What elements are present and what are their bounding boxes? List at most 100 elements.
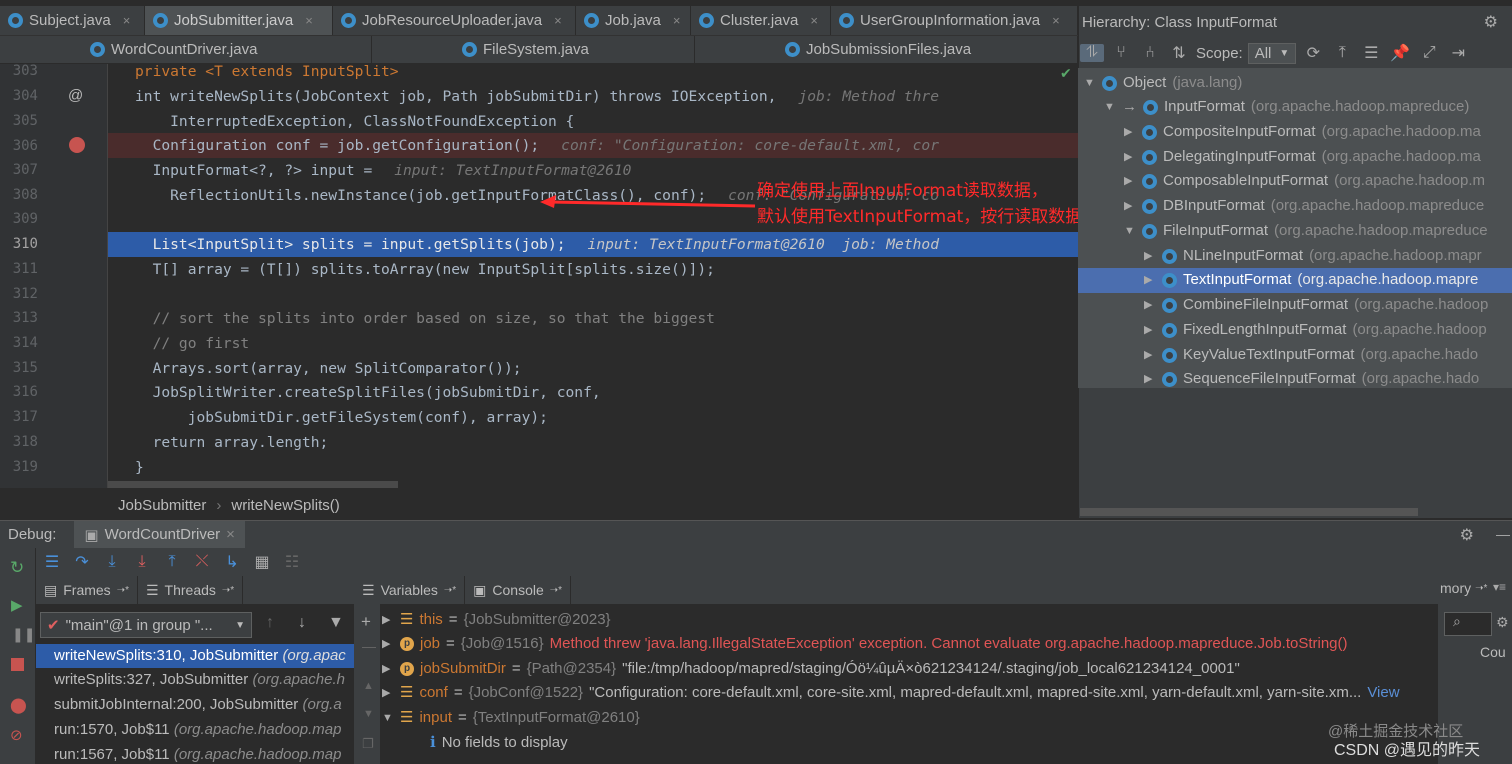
- tree-item-textinputformat[interactable]: ▶ TextInputFormat (org.apache.hadoop.mapre: [1144, 268, 1478, 292]
- class-icon: [839, 13, 854, 28]
- class-icon: [1162, 297, 1177, 313]
- hide-icon[interactable]: ⇥: [1446, 43, 1470, 63]
- tab-usergroupinformation[interactable]: UserGroupInformation.java ×: [831, 6, 1078, 35]
- horizontal-scrollbar[interactable]: [108, 481, 398, 488]
- gear-icon[interactable]: ⚙: [1460, 525, 1474, 545]
- search-icon[interactable]: ⌕: [1444, 612, 1492, 636]
- mute-breakpoints-icon[interactable]: ⊘: [10, 726, 23, 744]
- trace-icon[interactable]: ☷: [280, 552, 304, 572]
- breadcrumb-class[interactable]: JobSubmitter: [118, 497, 206, 514]
- arrow-up-icon[interactable]: ↑: [266, 614, 274, 632]
- frame-item[interactable]: submitJobInternal:200, JobSubmitter (org…: [36, 693, 354, 717]
- tree-item-sequencefileinputformat[interactable]: ▶ SequenceFileInputFormat (org.apache.hado: [1144, 367, 1479, 391]
- step-out-icon[interactable]: ⤒: [160, 553, 184, 571]
- override-marker-icon[interactable]: @: [68, 87, 83, 104]
- supertypes-icon[interactable]: ⥮: [1080, 44, 1104, 62]
- threads-icon: ☰: [145, 581, 159, 598]
- step-into-icon[interactable]: ⤓: [100, 553, 124, 571]
- tree-item-nlineinputformat[interactable]: ▶ NLineInputFormat (org.apache.hadoop.mapr: [1144, 244, 1482, 268]
- tree-item-object[interactable]: ▼ Object (java.lang): [1084, 71, 1242, 95]
- tab-threads[interactable]: ☰ Threads ➝*: [137, 576, 244, 604]
- tree-item-fixedlengthinputformat[interactable]: ▶ FixedLengthInputFormat (org.apache.hadoo…: [1144, 318, 1487, 342]
- force-step-into-icon[interactable]: ⤓: [130, 553, 154, 571]
- tab-cluster[interactable]: Cluster.java ×: [691, 6, 831, 35]
- frame-item[interactable]: writeSplits:327, JobSubmitter (org.apach…: [36, 668, 354, 692]
- frame-item[interactable]: run:1567, Job$11 (org.apache.hadoop.map: [36, 743, 354, 764]
- pause-icon[interactable]: ❚❚: [12, 626, 35, 643]
- thread-select[interactable]: ✔ "main"@1 in group "... ▼: [40, 612, 252, 638]
- close-icon[interactable]: ×: [810, 13, 818, 28]
- variable-jobsubmitdir[interactable]: ▶ p jobSubmitDir = {Path@2354} "file:/tmp/had…: [382, 657, 1240, 681]
- tab-variables[interactable]: ☰ Variables ➝*: [354, 576, 466, 604]
- refresh-icon[interactable]: ⟳: [1301, 43, 1325, 63]
- scope-label: Scope:: [1196, 44, 1243, 62]
- code-comment: // sort the splits into order based on s…: [135, 310, 715, 327]
- tab-frames[interactable]: ▤ Frames ➝*: [36, 576, 138, 604]
- close-icon[interactable]: ×: [123, 13, 131, 28]
- debug-config-tab[interactable]: ▣ WordCountDriver ×: [74, 521, 245, 548]
- type-hierarchy-icon[interactable]: ⑃: [1138, 44, 1162, 62]
- frame-item[interactable]: run:1570, Job$11 (org.apache.hadoop.map: [36, 718, 354, 742]
- run-to-cursor-icon[interactable]: ↳: [220, 552, 244, 572]
- close-icon[interactable]: ×: [305, 13, 313, 28]
- tree-item-fileinputformat[interactable]: ▼ FileInputFormat (org.apache.hadoop.mapre…: [1124, 219, 1488, 243]
- scope-select[interactable]: All ▼: [1247, 42, 1297, 64]
- view-link[interactable]: View: [1367, 681, 1399, 705]
- line-number: 311: [12, 261, 38, 277]
- resume-icon[interactable]: ▶: [11, 596, 23, 614]
- breakpoint-icon[interactable]: [69, 137, 85, 153]
- close-icon[interactable]: ×: [554, 13, 562, 28]
- subtypes-icon[interactable]: ⑂: [1109, 44, 1133, 62]
- hierarchy-scrollbar[interactable]: [1080, 508, 1418, 516]
- stop-icon[interactable]: [11, 658, 24, 671]
- tree-item-compositeinputformat[interactable]: ▶ CompositeInputFormat (org.apache.hadoop.…: [1124, 120, 1481, 144]
- field-icon: ☰: [400, 684, 414, 701]
- tree-item-keyvaluetextinputformat[interactable]: ▶ KeyValueTextInputFormat (org.apache.hado: [1144, 343, 1478, 367]
- tab-jobsubmitter[interactable]: JobSubmitter.java ×: [145, 6, 333, 35]
- tab-subject[interactable]: Subject.java ×: [0, 6, 145, 35]
- tree-item-combinefileinputformat[interactable]: ▶ CombineFileInputFormat (org.apache.hadoo…: [1144, 293, 1488, 317]
- drop-frame-icon[interactable]: ⤬: [190, 553, 214, 571]
- close-icon[interactable]: ×: [1052, 13, 1060, 28]
- tab-job[interactable]: Job.java ×: [576, 6, 691, 35]
- tree-item-inputformat[interactable]: ▼ → InputFormat (org.apache.hadoop.mapreduc…: [1104, 95, 1469, 119]
- variable-conf[interactable]: ▶ ☰ conf = {JobConf@1522} "Configuration: cor…: [382, 681, 1400, 705]
- pin-icon[interactable]: 📌: [1388, 43, 1412, 63]
- more-icon[interactable]: ▾≡: [1493, 580, 1506, 594]
- tab-jobsubmissionfiles[interactable]: JobSubmissionFiles.java: [695, 36, 1078, 63]
- show-execution-point-icon[interactable]: ☰: [40, 552, 64, 572]
- variable-this[interactable]: ▶ ☰ this = {JobSubmitter@2023}: [382, 608, 611, 632]
- expand-icon: ▼: [1104, 101, 1115, 113]
- line-number: 317: [12, 409, 38, 425]
- tab-jobresourceuploader[interactable]: JobResourceUploader.java ×: [333, 6, 576, 35]
- expand-all-icon[interactable]: ☰: [1359, 43, 1383, 63]
- tab-filesystem[interactable]: FileSystem.java: [372, 36, 695, 63]
- evaluate-icon[interactable]: ▦: [250, 552, 274, 572]
- gear-icon[interactable]: ⚙: [1484, 12, 1498, 32]
- rerun-icon[interactable]: ↻: [10, 558, 24, 578]
- filter-icon[interactable]: ▼: [328, 614, 344, 632]
- arrow-icon: →: [1122, 98, 1137, 115]
- step-over-icon[interactable]: ↷: [70, 552, 94, 572]
- tree-item-delegatinginputformat[interactable]: ▶ DelegatingInputFormat (org.apache.hadoop…: [1124, 145, 1481, 169]
- close-icon[interactable]: ×: [673, 13, 681, 28]
- sort-alpha-icon[interactable]: ⇅: [1167, 43, 1191, 63]
- minimize-icon[interactable]: —: [1496, 526, 1510, 542]
- tab-console[interactable]: ▣ Console ➝*: [465, 576, 572, 604]
- open-icon[interactable]: ⤢: [1417, 44, 1441, 62]
- variable-input[interactable]: ▼ ☰ input = {TextInputFormat@2610}: [382, 706, 640, 730]
- class-icon: [1162, 272, 1177, 288]
- view-breakpoints-icon[interactable]: ⬤: [10, 696, 27, 714]
- tree-item-dbinputformat[interactable]: ▶ DBInputFormat (org.apache.hadoop.mapredu…: [1124, 194, 1484, 218]
- arrow-down-icon[interactable]: ↓: [298, 614, 306, 632]
- variable-job[interactable]: ▶ p job = {Job@1516} Method threw 'java.lang.…: [382, 632, 1348, 656]
- tab-memory[interactable]: mory ➝*: [1440, 580, 1487, 596]
- tree-item-composableinputformat[interactable]: ▶ ComposableInputFormat (org.apache.hadoop…: [1124, 169, 1485, 193]
- collapse-icon: ▶: [382, 614, 391, 626]
- tab-wordcountdriver[interactable]: WordCountDriver.java: [0, 36, 372, 63]
- class-icon: [1162, 248, 1177, 264]
- breadcrumb-method[interactable]: writeNewSplits(): [231, 497, 339, 514]
- export-icon[interactable]: ⤒: [1330, 44, 1354, 62]
- settings-icon[interactable]: ⚙: [1496, 614, 1509, 631]
- frame-item[interactable]: writeNewSplits:310, JobSubmitter (org.ap…: [36, 644, 354, 668]
